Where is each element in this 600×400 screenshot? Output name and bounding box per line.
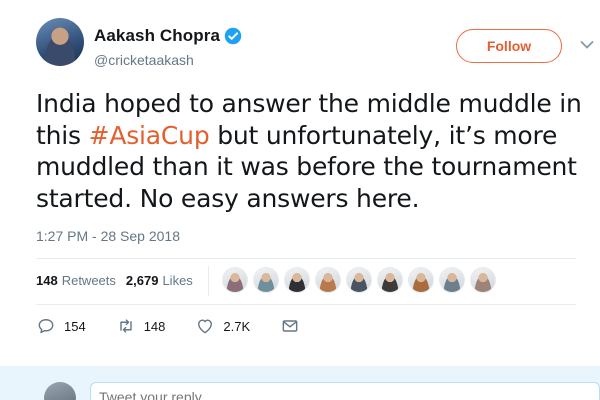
tweet-line: started. No easy answers here. — [36, 183, 596, 215]
likes-label: Likes — [162, 273, 193, 288]
tweet-line: this #AsiaCup but unfortunately, it’s mo… — [36, 120, 596, 152]
author-avatar[interactable] — [36, 18, 84, 66]
likes-stat[interactable]: 2,679 Likes — [126, 273, 193, 288]
liker-avatar[interactable] — [439, 267, 465, 293]
tweet-timestamp[interactable]: 1:27 PM - 28 Sep 2018 — [36, 228, 180, 244]
likes-count: 2,679 — [125, 273, 159, 288]
direct-message-button[interactable] — [280, 316, 300, 336]
retweets-count: 148 — [36, 273, 58, 288]
tweet-card: Aakash Chopra @cricketaakash Follow Indi… — [0, 0, 600, 362]
divider — [36, 258, 576, 259]
retweet-count: 148 — [143, 318, 166, 334]
retweets-label: Retweets — [61, 273, 116, 288]
chevron-down-icon[interactable] — [580, 40, 594, 50]
divider — [36, 304, 576, 305]
liker-avatar[interactable] — [315, 267, 341, 293]
liker-avatar[interactable] — [377, 267, 403, 293]
liker-avatar[interactable] — [222, 267, 248, 293]
tweet-text-segment: this — [36, 120, 89, 150]
liker-avatars — [222, 267, 496, 293]
liker-avatar[interactable] — [253, 267, 279, 293]
tweet-text: India hoped to answer the middle muddle … — [36, 88, 596, 214]
verified-badge-icon — [224, 27, 242, 45]
envelope-icon — [282, 320, 298, 332]
divider — [208, 266, 209, 296]
tweet-line: muddled than it was before the tournamen… — [36, 151, 596, 183]
reply-input[interactable] — [90, 382, 600, 400]
liker-avatar[interactable] — [284, 267, 310, 293]
author-handle[interactable]: @cricketaakash — [94, 52, 194, 68]
liker-avatar[interactable] — [346, 267, 372, 293]
liker-avatar[interactable] — [408, 267, 434, 293]
retweets-stat[interactable]: 148 Retweets — [36, 273, 116, 288]
follow-button[interactable]: Follow — [456, 29, 562, 63]
author-name[interactable]: Aakash Chopra — [94, 26, 220, 46]
heart-icon — [198, 319, 213, 334]
retweet-icon — [119, 319, 132, 333]
reply-button[interactable]: 154 — [36, 316, 86, 336]
like-button[interactable]: 2.7K — [195, 316, 250, 336]
reply-count: 154 — [64, 318, 86, 334]
like-count: 2.7K — [223, 318, 251, 334]
tweet-text-segment: muddled than it was before the tournamen… — [36, 152, 577, 181]
tweet-actions: 154 148 2.7K — [36, 316, 330, 336]
tweet-text-segment: but unfortunately, it’s more — [209, 120, 558, 150]
tweet-text-segment: India hoped to answer the middle muddle … — [36, 89, 582, 118]
liker-avatar[interactable] — [470, 267, 496, 293]
hashtag-link[interactable]: #AsiaCup — [89, 121, 210, 150]
engagement-stats: 148 Retweets 2,679 Likes — [36, 273, 193, 288]
retweet-button[interactable]: 148 — [116, 316, 166, 336]
tweet-line: India hoped to answer the middle muddle … — [36, 88, 596, 120]
reply-icon — [38, 319, 54, 334]
tweet-text-segment: started. No easy answers here. — [36, 183, 420, 213]
